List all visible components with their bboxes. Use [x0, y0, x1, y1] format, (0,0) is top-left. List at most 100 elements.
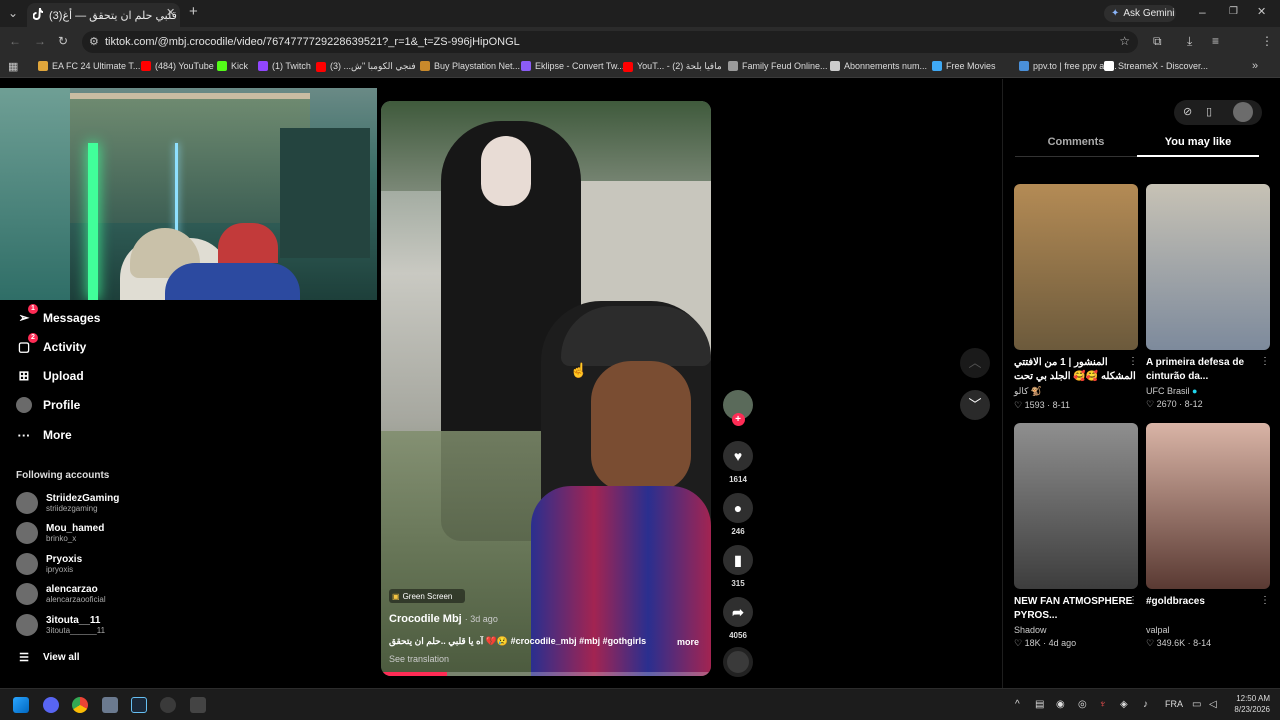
card-options-icon[interactable]: ⋮ [1260, 356, 1270, 367]
card-options-icon[interactable]: ⋮ [1128, 356, 1138, 367]
tray-app-icon[interactable]: ▤ [1035, 699, 1044, 710]
tray-record-icon[interactable]: ◎ [1078, 699, 1087, 710]
comment-button[interactable]: ● 246 [722, 493, 754, 536]
recommended-video-card[interactable]: #goldbraces valpal ♡ 349.6K · 8-14 ⋮ [1146, 423, 1270, 649]
media-icon[interactable]: ≡ [1212, 34, 1219, 48]
bookmark-item[interactable]: فنجي الكومبا "ش... (3) [316, 61, 416, 72]
tab-list-chevron-icon[interactable]: ⌄ [8, 6, 18, 20]
tab-comments[interactable]: Comments [1015, 136, 1137, 148]
compass-icon[interactable]: ⊘ [1183, 105, 1192, 118]
video-thumbnail[interactable] [1146, 423, 1270, 589]
chrome-icon[interactable] [72, 697, 88, 713]
volume-icon[interactable]: ◁ [1209, 699, 1217, 710]
bookmark-item[interactable]: Kick [217, 61, 248, 71]
app-grid-icon[interactable] [190, 697, 206, 713]
view-all-link[interactable]: ☰ View all [16, 649, 79, 665]
creator-avatar-button[interactable]: + [722, 390, 754, 426]
address-bar[interactable]: ⚙ tiktok.com/@mbj.crocodile/video/767477… [82, 31, 1138, 53]
steam-icon[interactable] [131, 697, 147, 713]
bookmark-item[interactable]: Eklipse - Convert Tw... [521, 61, 624, 71]
sidebar-item-profile[interactable]: Profile [16, 397, 80, 413]
obs-icon[interactable] [160, 697, 176, 713]
clock[interactable]: 12:50 AM 8/23/2026 [1228, 693, 1270, 715]
video-progress-bar[interactable] [381, 672, 711, 676]
more-bookmarks-icon[interactable]: » [1252, 60, 1258, 72]
green-screen-effect-tag[interactable]: ▣ Green Screen [389, 589, 465, 603]
minimize-icon[interactable]: – [1199, 5, 1206, 19]
card-title[interactable]: NEW FAN ATMOSPHERE PYROS... [1014, 595, 1138, 623]
sound-disc-button[interactable] [722, 647, 754, 677]
bookmark-item[interactable]: (1) Twitch [258, 61, 311, 71]
next-video-button[interactable]: ﹀ [960, 390, 990, 420]
bookmark-item[interactable]: Free Movies [932, 61, 996, 71]
bookmark-item[interactable]: (484) YouTube [141, 61, 214, 71]
apps-grid-icon[interactable]: ▦ [8, 60, 18, 73]
download-icon[interactable]: ⤓ [1187, 34, 1192, 48]
discord-icon[interactable] [43, 697, 59, 713]
new-tab-icon[interactable]: + [189, 4, 198, 19]
recommended-video-card[interactable]: NEW FAN ATMOSPHERE PYROS... Shadow ♡ 18K ·… [1014, 423, 1138, 649]
card-options-icon[interactable]: ⋮ [1260, 595, 1270, 606]
video-thumbnail[interactable] [1014, 184, 1138, 350]
bookmark-star-icon[interactable]: ☆ [1119, 34, 1130, 48]
following-account[interactable]: StriidezGaming striidezgaming [16, 492, 119, 514]
sidebar-item-upload[interactable]: ⊞ Upload [16, 368, 84, 384]
video-author[interactable]: Crocodile Mbj · 3d ago [389, 613, 498, 625]
card-title[interactable]: المنشور | 1 من الافتتي المشكله 🥰🥰 الجلد … [1014, 356, 1138, 384]
card-author[interactable]: كالو 🐒 [1014, 386, 1138, 397]
following-account[interactable]: alencarzao alencarzaooficial [16, 583, 106, 605]
card-author[interactable]: valpal [1146, 625, 1270, 635]
tray-steam-icon[interactable]: ◉ [1056, 699, 1065, 710]
card-options-icon[interactable]: ⋮ [1128, 595, 1138, 606]
close-tab-icon[interactable]: ✕ [166, 6, 175, 20]
bookmark-item[interactable]: StreameX - Discover... [1104, 61, 1208, 71]
tray-mic-icon[interactable]: ♆ [1099, 699, 1107, 710]
card-title[interactable]: A primeira defesa de cinturão da... [1146, 356, 1270, 384]
recommended-video-card[interactable]: A primeira defesa de cinturão da... UFC B… [1146, 184, 1270, 410]
user-avatar[interactable] [1233, 102, 1253, 122]
browser-menu-icon[interactable]: ⋮ [1261, 34, 1273, 48]
bookmark-item[interactable]: Abonnements num... [830, 61, 927, 71]
see-translation-link[interactable]: See translation [389, 654, 449, 664]
card-author[interactable]: UFC Brasil ● [1146, 386, 1270, 396]
bookmark-item[interactable]: EA FC 24 Ultimate T... [38, 61, 140, 71]
restore-icon[interactable]: ❐ [1229, 5, 1238, 19]
video-player[interactable]: ▣ Green Screen Crocodile Mbj · 3d ago آه… [381, 101, 711, 676]
close-window-icon[interactable]: ✕ [1257, 5, 1266, 19]
forward-icon[interactable]: → [34, 34, 46, 48]
video-thumbnail[interactable] [1146, 184, 1270, 350]
card-author[interactable]: Shadow [1014, 625, 1138, 635]
tray-overflow-icon[interactable]: ^ [1015, 699, 1020, 710]
share-button[interactable]: ➦ 4056 [722, 597, 754, 640]
back-icon[interactable]: ← [9, 34, 21, 48]
save-button[interactable]: ▮ 315 [722, 545, 754, 588]
tray-mic2-icon[interactable]: ♪ [1143, 699, 1148, 710]
settings-icon[interactable] [102, 697, 118, 713]
following-account[interactable]: 3itouta__11 3itouta______11 [16, 614, 105, 636]
ask-gemini-button[interactable]: ✦ Ask Gemini [1104, 5, 1176, 22]
windows-start-icon[interactable] [13, 697, 29, 713]
like-button[interactable]: ♥ 1614 [722, 441, 754, 484]
video-thumbnail[interactable] [1014, 423, 1138, 589]
caption-more-link[interactable]: more [677, 637, 699, 647]
follow-plus-icon[interactable]: + [731, 413, 745, 426]
site-info-icon[interactable]: ⚙ [89, 35, 99, 48]
following-account[interactable]: Mou_hamed brinko_x [16, 522, 104, 544]
browser-tab-active[interactable]: (3)آه يا قلبي حلم ان يتحقق — أغ... [27, 3, 180, 27]
bookmark-item[interactable]: ppv.to | free ppv an... [1019, 61, 1117, 71]
tab-you-may-like[interactable]: You may like [1137, 136, 1259, 148]
bookmark-item[interactable]: Family Feud Online... [728, 61, 828, 71]
following-account[interactable]: Pryoxis ipryoxis [16, 553, 82, 575]
network-icon[interactable]: ▭ [1192, 699, 1201, 710]
sidebar-item-activity[interactable]: ▢ 2 Activity [16, 333, 86, 355]
tray-discord-icon[interactable]: ◈ [1120, 699, 1128, 710]
previous-video-button[interactable]: ︿ [960, 348, 990, 378]
sidebar-item-messages[interactable]: ➢ 1 Messages [16, 304, 100, 326]
device-icon[interactable]: ▯ [1206, 105, 1212, 118]
extensions-icon[interactable]: ⧉ [1153, 34, 1162, 48]
card-title[interactable]: #goldbraces [1146, 595, 1270, 623]
language-indicator[interactable]: FRA [1165, 699, 1183, 709]
sidebar-item-more[interactable]: ··· More [16, 427, 72, 443]
bookmark-item[interactable]: YouT... - مافيا بلحة (2) [623, 61, 722, 72]
bookmark-item[interactable]: Buy Playstation Net... [420, 61, 520, 71]
